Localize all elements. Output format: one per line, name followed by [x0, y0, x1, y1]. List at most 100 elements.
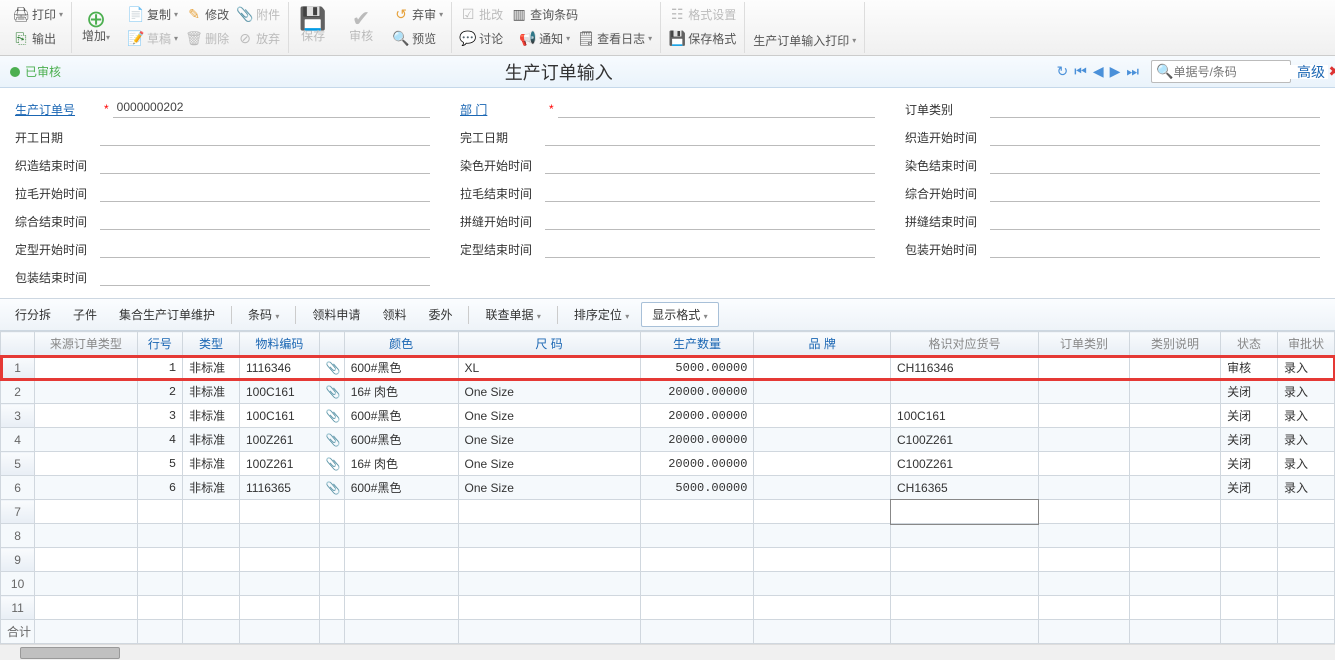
- column-header[interactable]: 订单类别: [1038, 332, 1129, 356]
- cell[interactable]: [1038, 476, 1129, 500]
- cell[interactable]: [344, 548, 458, 572]
- form-value[interactable]: [990, 240, 1320, 258]
- cell[interactable]: 📎: [319, 380, 344, 404]
- cell[interactable]: 3: [1, 404, 35, 428]
- table-row[interactable]: 9: [1, 548, 1335, 572]
- cell[interactable]: 非标准: [183, 452, 240, 476]
- cell[interactable]: [1038, 452, 1129, 476]
- form-value[interactable]: [545, 184, 875, 202]
- cell[interactable]: [137, 500, 183, 524]
- cell[interactable]: [640, 596, 754, 620]
- cell[interactable]: [891, 548, 1039, 572]
- notify-button[interactable]: 📢通知▾: [520, 30, 570, 47]
- column-header[interactable]: 颜色: [344, 332, 458, 356]
- cell[interactable]: 录入: [1277, 428, 1334, 452]
- cell[interactable]: [35, 596, 137, 620]
- cell[interactable]: [1221, 500, 1278, 524]
- horizontal-scrollbar[interactable]: [0, 644, 1335, 660]
- cell[interactable]: [1038, 572, 1129, 596]
- add-button[interactable]: ⊕ 增加▾: [72, 2, 120, 53]
- cell[interactable]: [35, 404, 137, 428]
- cell[interactable]: 20000.00000: [640, 380, 754, 404]
- modify-button[interactable]: ✎修改: [186, 6, 229, 23]
- cell[interactable]: [35, 380, 137, 404]
- draft-button[interactable]: 📝草稿▾: [128, 30, 178, 47]
- batch-button[interactable]: ☑批改: [460, 6, 503, 23]
- tab-barcode[interactable]: 条码 ▾: [238, 303, 289, 326]
- clear-icon[interactable]: ✖: [1328, 63, 1335, 80]
- cell[interactable]: [183, 548, 240, 572]
- cell[interactable]: [754, 548, 891, 572]
- cell[interactable]: 关闭: [1221, 476, 1278, 500]
- cell[interactable]: 📎: [319, 356, 344, 380]
- cell[interactable]: 📎: [319, 428, 344, 452]
- cell[interactable]: One Size: [458, 476, 640, 500]
- cell[interactable]: [1130, 380, 1221, 404]
- first-icon[interactable]: ⏮: [1074, 63, 1087, 80]
- cell[interactable]: CH16365: [891, 476, 1039, 500]
- cell[interactable]: [344, 596, 458, 620]
- cell[interactable]: [1038, 428, 1129, 452]
- cell[interactable]: 100Z261: [240, 452, 320, 476]
- column-header[interactable]: [1, 332, 35, 356]
- cell[interactable]: 16# 肉色: [344, 452, 458, 476]
- cell[interactable]: [1038, 404, 1129, 428]
- cell[interactable]: 非标准: [183, 404, 240, 428]
- form-value[interactable]: [545, 128, 875, 146]
- last-icon[interactable]: ⏭: [1126, 63, 1139, 80]
- cell[interactable]: [183, 500, 240, 524]
- cell[interactable]: [891, 572, 1039, 596]
- cell[interactable]: [240, 596, 320, 620]
- cell[interactable]: 9: [1, 548, 35, 572]
- table-row[interactable]: 22非标准100C161📎16# 肉色One Size20000.00000关闭…: [1, 380, 1335, 404]
- form-value[interactable]: [100, 212, 430, 230]
- cell[interactable]: One Size: [458, 404, 640, 428]
- advanced-link[interactable]: 高级: [1297, 62, 1325, 82]
- abandon-button[interactable]: ⊘放弃: [237, 30, 280, 47]
- cell[interactable]: [458, 548, 640, 572]
- abandon-audit-button[interactable]: ↺弃审▾: [393, 6, 443, 23]
- cell[interactable]: [319, 524, 344, 548]
- cell[interactable]: 录入: [1277, 476, 1334, 500]
- cell[interactable]: 录入: [1277, 452, 1334, 476]
- form-value[interactable]: [558, 100, 875, 118]
- cell[interactable]: C100Z261: [891, 428, 1039, 452]
- table-row[interactable]: 55非标准100Z261📎16# 肉色One Size20000.00000C1…: [1, 452, 1335, 476]
- table-row[interactable]: 11: [1, 596, 1335, 620]
- cell[interactable]: [35, 524, 137, 548]
- cell[interactable]: [640, 524, 754, 548]
- cell[interactable]: 6: [1, 476, 35, 500]
- next-icon[interactable]: ▶: [1110, 63, 1121, 80]
- data-grid[interactable]: 来源订单类型行号类型物料编码颜色尺 码生产数量品 牌格识对应货号订单类别类别说明…: [0, 331, 1335, 644]
- cell[interactable]: [344, 500, 458, 524]
- cell[interactable]: [754, 524, 891, 548]
- log-button[interactable]: 🗒查看日志▾: [578, 30, 652, 47]
- cell[interactable]: 600#黑色: [344, 404, 458, 428]
- output-button[interactable]: ⎘输出: [13, 30, 56, 47]
- cell[interactable]: 20000.00000: [640, 404, 754, 428]
- form-label[interactable]: 部 门: [460, 101, 545, 118]
- cell[interactable]: [1277, 524, 1334, 548]
- tab-outsource[interactable]: 委外: [418, 303, 462, 326]
- cell[interactable]: [1130, 476, 1221, 500]
- save-format-button[interactable]: 💾保存格式: [669, 30, 736, 47]
- table-row[interactable]: 8: [1, 524, 1335, 548]
- form-value[interactable]: [990, 128, 1320, 146]
- column-header[interactable]: 生产数量: [640, 332, 754, 356]
- cell[interactable]: [319, 572, 344, 596]
- cell[interactable]: [344, 572, 458, 596]
- form-value[interactable]: [100, 240, 430, 258]
- table-row[interactable]: 10: [1, 572, 1335, 596]
- cell[interactable]: [754, 404, 891, 428]
- cell[interactable]: [1221, 572, 1278, 596]
- cell[interactable]: 1116346: [240, 356, 320, 380]
- cell[interactable]: 审核: [1221, 356, 1278, 380]
- cell[interactable]: [35, 476, 137, 500]
- cell[interactable]: [1130, 500, 1221, 524]
- cell[interactable]: 2: [1, 380, 35, 404]
- cell[interactable]: [640, 572, 754, 596]
- cell[interactable]: [319, 596, 344, 620]
- cell[interactable]: [891, 500, 1039, 524]
- cell[interactable]: [1130, 428, 1221, 452]
- form-value[interactable]: [100, 268, 430, 286]
